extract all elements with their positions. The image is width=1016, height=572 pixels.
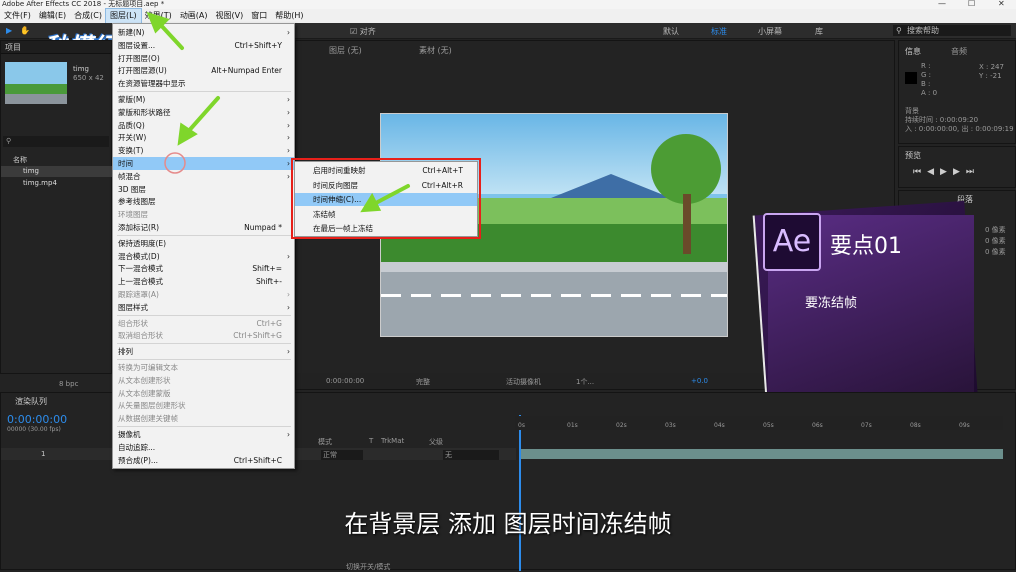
- arrow-to-time-item: [184, 96, 220, 136]
- annotation-arrows: [146, 11, 410, 213]
- cursor-click-circle: [164, 152, 186, 174]
- arrow-head: [360, 192, 382, 213]
- caption: 在背景层 添加 图层时间冻结帧: [344, 510, 672, 538]
- arrow-to-freeze-frame: [370, 184, 410, 207]
